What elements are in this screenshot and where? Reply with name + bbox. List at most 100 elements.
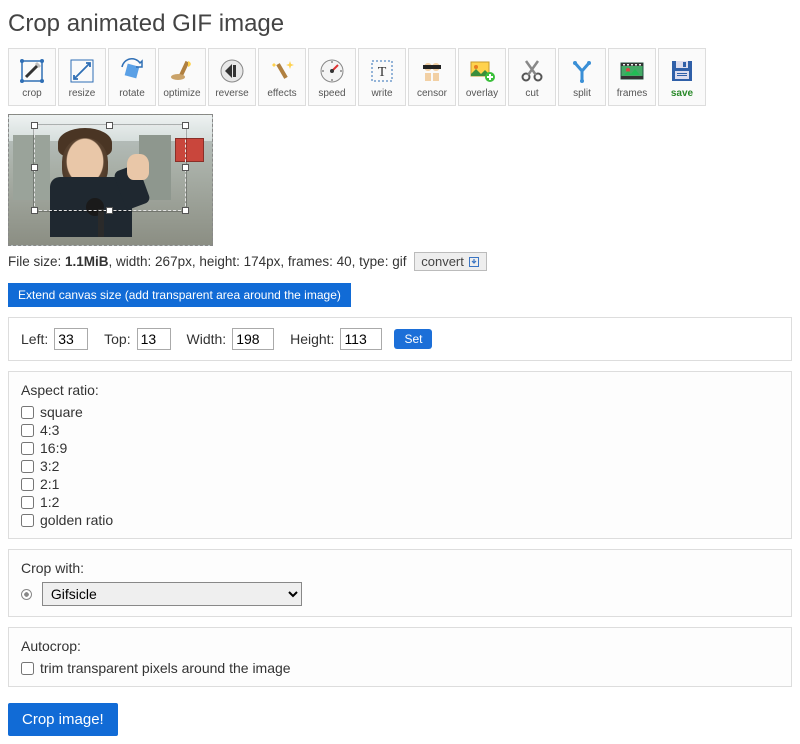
tool-effects[interactable]: effects: [258, 48, 306, 106]
save-icon: [667, 56, 697, 86]
crop-handle-mr[interactable]: [182, 164, 189, 171]
aspect-checkbox[interactable]: [21, 496, 34, 509]
cropwith-title: Crop with:: [21, 560, 779, 576]
tool-label: effects: [267, 88, 296, 99]
file-info-prefix: File size:: [8, 254, 65, 269]
toolbar: crop resize rotate optimize reverse effects sp…: [8, 48, 792, 106]
crop-handle-tm[interactable]: [106, 122, 113, 129]
download-icon: [468, 256, 480, 268]
aspect-option[interactable]: 1:2: [21, 494, 779, 510]
cropwith-select[interactable]: Gifsicle: [42, 582, 302, 606]
tool-label: reverse: [215, 88, 248, 99]
tool-label: censor: [417, 88, 447, 99]
radio-icon: [21, 589, 32, 600]
tool-censor[interactable]: censor: [408, 48, 456, 106]
effects-icon: [267, 56, 297, 86]
file-info: File size: 1.1MiB, width: 267px, height:…: [8, 252, 792, 271]
aspect-option[interactable]: square: [21, 404, 779, 420]
autocrop-title: Autocrop:: [21, 638, 779, 654]
aspect-option[interactable]: golden ratio: [21, 512, 779, 528]
aspect-title: Aspect ratio:: [21, 382, 779, 398]
censor-icon: [417, 56, 447, 86]
aspect-option[interactable]: 16:9: [21, 440, 779, 456]
crop-handle-tl[interactable]: [31, 122, 38, 129]
overlay-icon: [467, 56, 497, 86]
tool-overlay[interactable]: overlay: [458, 48, 506, 106]
tool-label: cut: [525, 88, 538, 99]
tool-reverse[interactable]: reverse: [208, 48, 256, 106]
aspect-label: 4:3: [40, 422, 59, 438]
autocrop-panel: Autocrop: trim transparent pixels around…: [8, 627, 792, 687]
width-input[interactable]: [232, 328, 274, 350]
aspect-option[interactable]: 2:1: [21, 476, 779, 492]
dimensions-panel: Left: Top: Width: Height: Set: [8, 317, 792, 361]
tool-resize[interactable]: resize: [58, 48, 106, 106]
crop-selection[interactable]: [34, 125, 186, 211]
tool-frames[interactable]: frames: [608, 48, 656, 106]
file-info-suffix: , width: 267px, height: 174px, frames: 4…: [109, 254, 407, 269]
top-label: Top:: [104, 331, 130, 347]
cut-icon: [517, 56, 547, 86]
split-icon: [567, 56, 597, 86]
tool-label: rotate: [119, 88, 145, 99]
speed-icon: [317, 56, 347, 86]
crop-handle-tr[interactable]: [182, 122, 189, 129]
crop-handle-bm[interactable]: [106, 207, 113, 214]
tool-save[interactable]: save: [658, 48, 706, 106]
extend-canvas-button[interactable]: Extend canvas size (add transparent area…: [8, 283, 351, 307]
tool-label: save: [671, 88, 693, 99]
aspect-checkbox[interactable]: [21, 406, 34, 419]
aspect-checkbox[interactable]: [21, 478, 34, 491]
tool-crop[interactable]: crop: [8, 48, 56, 106]
tool-label: split: [573, 88, 591, 99]
aspect-checkbox[interactable]: [21, 460, 34, 473]
tool-label: resize: [69, 88, 96, 99]
convert-button[interactable]: convert: [414, 252, 486, 271]
tool-label: frames: [617, 88, 648, 99]
crop-handle-bl[interactable]: [31, 207, 38, 214]
left-input[interactable]: [54, 328, 88, 350]
crop-handle-ml[interactable]: [31, 164, 38, 171]
resize-icon: [67, 56, 97, 86]
aspect-label: 2:1: [40, 476, 59, 492]
write-icon: T: [367, 56, 397, 86]
autocrop-checkbox[interactable]: [21, 662, 34, 675]
aspect-checkbox[interactable]: [21, 424, 34, 437]
cropwith-panel: Crop with: Gifsicle: [8, 549, 792, 617]
rotate-icon: [117, 56, 147, 86]
tool-split[interactable]: split: [558, 48, 606, 106]
crop-icon: [17, 56, 47, 86]
tool-write[interactable]: Twrite: [358, 48, 406, 106]
height-input[interactable]: [340, 328, 382, 350]
aspect-label: 16:9: [40, 440, 67, 456]
svg-text:T: T: [378, 65, 387, 80]
tool-label: crop: [22, 88, 41, 99]
crop-handle-br[interactable]: [182, 207, 189, 214]
tool-optimize[interactable]: optimize: [158, 48, 206, 106]
set-button[interactable]: Set: [394, 329, 432, 349]
aspect-option[interactable]: 3:2: [21, 458, 779, 474]
tool-speed[interactable]: speed: [308, 48, 356, 106]
aspect-label: 3:2: [40, 458, 59, 474]
page-title: Crop animated GIF image: [8, 10, 792, 38]
width-label: Width:: [187, 331, 227, 347]
tool-cut[interactable]: cut: [508, 48, 556, 106]
height-label: Height:: [290, 331, 334, 347]
left-label: Left:: [21, 331, 48, 347]
aspect-checkbox[interactable]: [21, 514, 34, 527]
image-preview[interactable]: [8, 114, 213, 246]
aspect-label: square: [40, 404, 83, 420]
aspect-label: golden ratio: [40, 512, 113, 528]
aspect-option[interactable]: 4:3: [21, 422, 779, 438]
tool-label: optimize: [163, 88, 200, 99]
tool-label: speed: [318, 88, 345, 99]
crop-image-button[interactable]: Crop image!: [8, 703, 118, 736]
aspect-checkbox[interactable]: [21, 442, 34, 455]
reverse-icon: [217, 56, 247, 86]
top-input[interactable]: [137, 328, 171, 350]
tool-rotate[interactable]: rotate: [108, 48, 156, 106]
convert-label: convert: [421, 254, 464, 269]
tool-label: overlay: [466, 88, 498, 99]
frames-icon: [617, 56, 647, 86]
tool-label: write: [371, 88, 392, 99]
